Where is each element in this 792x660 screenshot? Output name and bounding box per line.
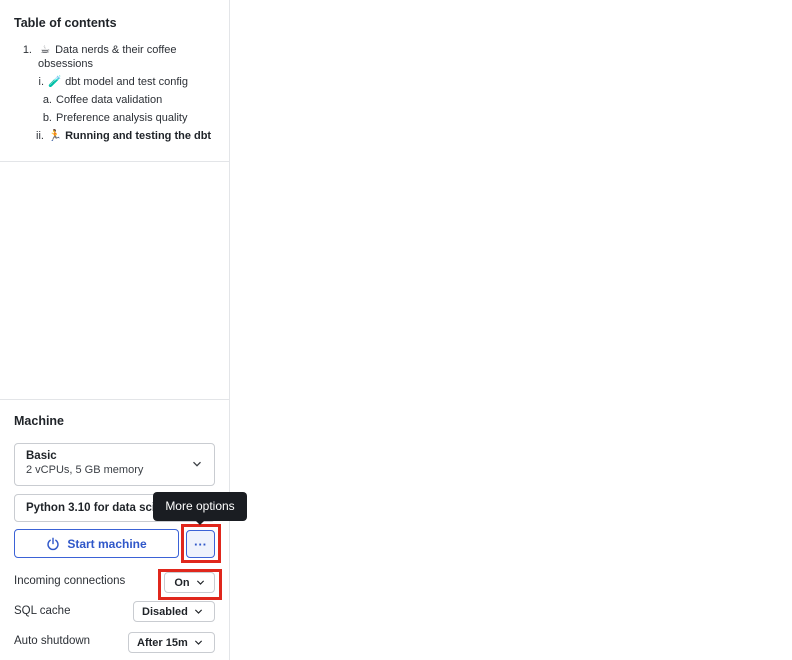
table-of-contents: Table of contents 1. ☕ Data nerds & thei…	[0, 0, 229, 162]
sql-cache-value: Disabled	[142, 605, 188, 618]
machine-title: Machine	[14, 414, 65, 428]
toc-item-number: b.	[42, 112, 52, 124]
toc-list: 1. ☕ Data nerds & their coffee obsession…	[14, 43, 215, 143]
chevron-down-icon	[194, 609, 202, 614]
tooltip-arrow	[195, 520, 205, 525]
more-options-tooltip: More options	[153, 492, 247, 521]
toc-item-preference-analysis[interactable]: b. Preference analysis quality	[14, 111, 215, 125]
highlight-incoming-connections	[158, 569, 222, 600]
toc-item-number: ii.	[36, 130, 44, 142]
start-machine-button[interactable]: Start machine	[14, 529, 179, 558]
auto-shutdown-label: Auto shutdown	[14, 635, 91, 647]
sql-cache-select[interactable]: Disabled	[133, 601, 215, 622]
highlight-more-options	[181, 524, 221, 563]
toc-item-number: 1.	[22, 44, 32, 56]
toc-item-label: Preference analysis quality	[56, 112, 188, 124]
toc-item-label: Data nerds & their coffee obsessions	[38, 44, 177, 70]
sql-cache-label: SQL cache	[14, 605, 71, 617]
machine-type-specs: 2 vCPUs, 5 GB memory	[26, 464, 144, 476]
toc-item-coffee-validation[interactable]: a. Coffee data validation	[14, 93, 215, 107]
toc-item-text: 🏃 Running and testing the dbt	[48, 129, 211, 143]
power-icon	[47, 537, 59, 550]
toc-item-coffee-obsessions[interactable]: 1. ☕ Data nerds & their coffee obsession…	[14, 43, 215, 71]
toc-item-running-testing[interactable]: ii. 🏃 Running and testing the dbt	[14, 129, 215, 143]
running-person-icon: 🏃	[48, 130, 62, 142]
toc-item-label: Running and testing the dbt	[65, 130, 212, 142]
machine-panel: Machine Basic 2 vCPUs, 5 GB memory Pytho…	[0, 399, 247, 660]
incoming-connections-label: Incoming connections	[14, 575, 126, 587]
toc-item-number: a.	[42, 94, 52, 106]
auto-shutdown-select[interactable]: After 15m	[128, 632, 215, 653]
toc-title: Table of contents	[14, 16, 117, 30]
sidebar: Table of contents 1. ☕ Data nerds & thei…	[0, 0, 247, 660]
test-tube-icon: 🧪	[48, 76, 62, 88]
chevron-down-icon	[193, 461, 201, 467]
toc-item-number: i.	[38, 76, 45, 88]
toc-item-text: 🧪 dbt model and test config	[48, 75, 188, 89]
chevron-down-icon	[194, 640, 202, 645]
start-machine-label: Start machine	[67, 536, 147, 551]
toc-item-label: Coffee data validation	[56, 94, 163, 106]
machine-type-select[interactable]: Basic 2 vCPUs, 5 GB memory	[14, 443, 215, 486]
auto-shutdown-value: After 15m	[137, 636, 188, 649]
toc-item-text: ☕ Data nerds & their coffee obsessions	[38, 43, 215, 71]
toc-item-dbt-model[interactable]: i. 🧪 dbt model and test config	[14, 75, 215, 89]
coffee-icon: ☕	[40, 44, 50, 56]
machine-type-name: Basic	[26, 450, 57, 462]
toc-item-label: dbt model and test config	[65, 76, 188, 88]
